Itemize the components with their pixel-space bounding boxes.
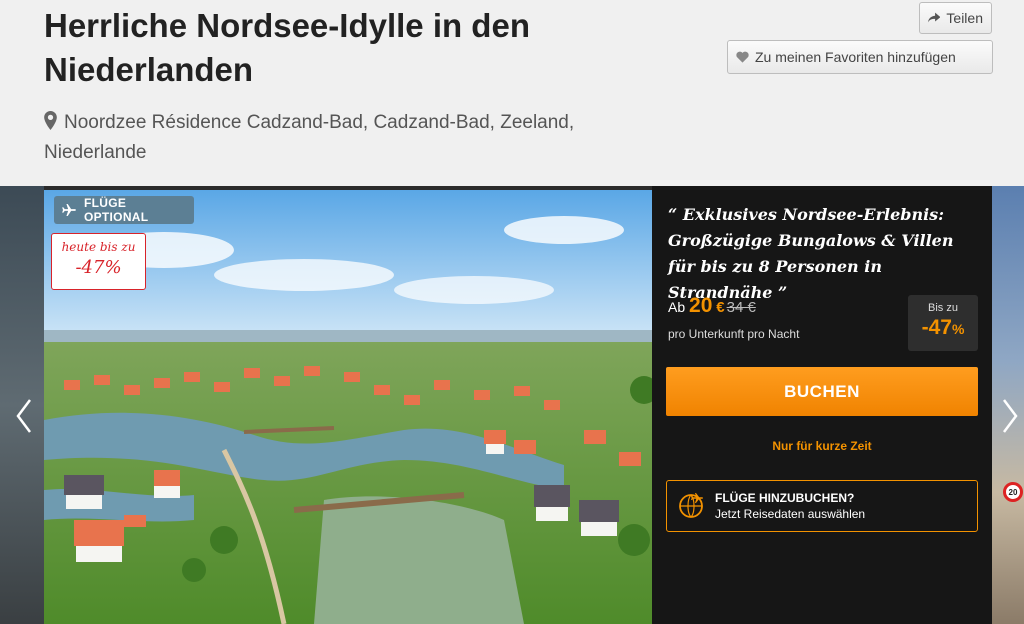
offer-quote: “ Exklusives Nordsee-Erlebnis: Großzügig… bbox=[668, 205, 954, 302]
limited-time-note: Nur für kurze Zeit bbox=[772, 439, 872, 453]
flights-optional-label: FLÜGE OPTIONAL bbox=[83, 196, 149, 224]
header: Herrliche Nordsee-Idylle in den Niederla… bbox=[0, 0, 1024, 186]
price-prefix: Ab bbox=[668, 299, 686, 315]
location-text: Noordzee Résidence Cadzand-Bad, Cadzand-… bbox=[44, 112, 575, 163]
share-arrow-icon bbox=[928, 12, 941, 23]
old-price: 34 € bbox=[726, 299, 756, 316]
plane-globe-icon bbox=[679, 493, 703, 518]
discount-badge-line1: heute bis zu bbox=[61, 240, 136, 254]
speed-sign: 20 bbox=[1003, 482, 1023, 502]
add-flights-text: FLÜGE HINZUBUCHEN? Jetzt Reisedaten ausw… bbox=[715, 491, 865, 521]
price-currency: € bbox=[716, 299, 725, 316]
share-label: Teilen bbox=[946, 10, 983, 26]
location: Noordzee Résidence Cadzand-Bad, Cadzand-… bbox=[44, 108, 644, 168]
price-value: 20 bbox=[689, 294, 713, 317]
map-pin-icon bbox=[44, 111, 57, 130]
page-title: Herrliche Nordsee-Idylle in den Niederla… bbox=[44, 7, 530, 88]
flights-optional-badge: FLÜGE OPTIONAL bbox=[54, 196, 194, 224]
discount-box-value: -47% bbox=[908, 316, 978, 340]
discount-box-label: Bis zu bbox=[928, 302, 958, 314]
add-flights-button[interactable]: FLÜGE HINZUBUCHEN? Jetzt Reisedaten ausw… bbox=[666, 480, 978, 532]
add-flights-subtitle: Jetzt Reisedaten auswählen bbox=[715, 507, 866, 521]
discount-badge-line2: -47% bbox=[75, 257, 122, 278]
discount-badge: heute bis zu -47% bbox=[51, 233, 146, 290]
price-unit: pro Unterkunft pro Nacht bbox=[668, 327, 800, 341]
discount-unit: % bbox=[951, 321, 965, 337]
favorite-label: Zu meinen Favoriten hinzufügen bbox=[755, 49, 956, 65]
add-to-favorites-button[interactable]: Zu meinen Favoriten hinzufügen bbox=[727, 40, 993, 74]
discount-number: -47 bbox=[921, 316, 952, 339]
offer-panel: “ Exklusives Nordsee-Erlebnis: Großzügig… bbox=[652, 186, 992, 624]
chevron-left-icon[interactable] bbox=[12, 396, 36, 436]
discount-box: Bis zu -47% bbox=[908, 295, 978, 351]
chevron-right-icon[interactable] bbox=[998, 396, 1022, 436]
heart-icon bbox=[736, 51, 749, 63]
add-flights-title: FLÜGE HINZUBUCHEN? bbox=[715, 491, 855, 505]
plane-icon bbox=[62, 204, 76, 216]
price-line: Ab 20 €34 € bbox=[668, 294, 756, 318]
book-button[interactable]: BUCHEN bbox=[666, 367, 978, 416]
share-button[interactable]: Teilen bbox=[919, 2, 992, 34]
